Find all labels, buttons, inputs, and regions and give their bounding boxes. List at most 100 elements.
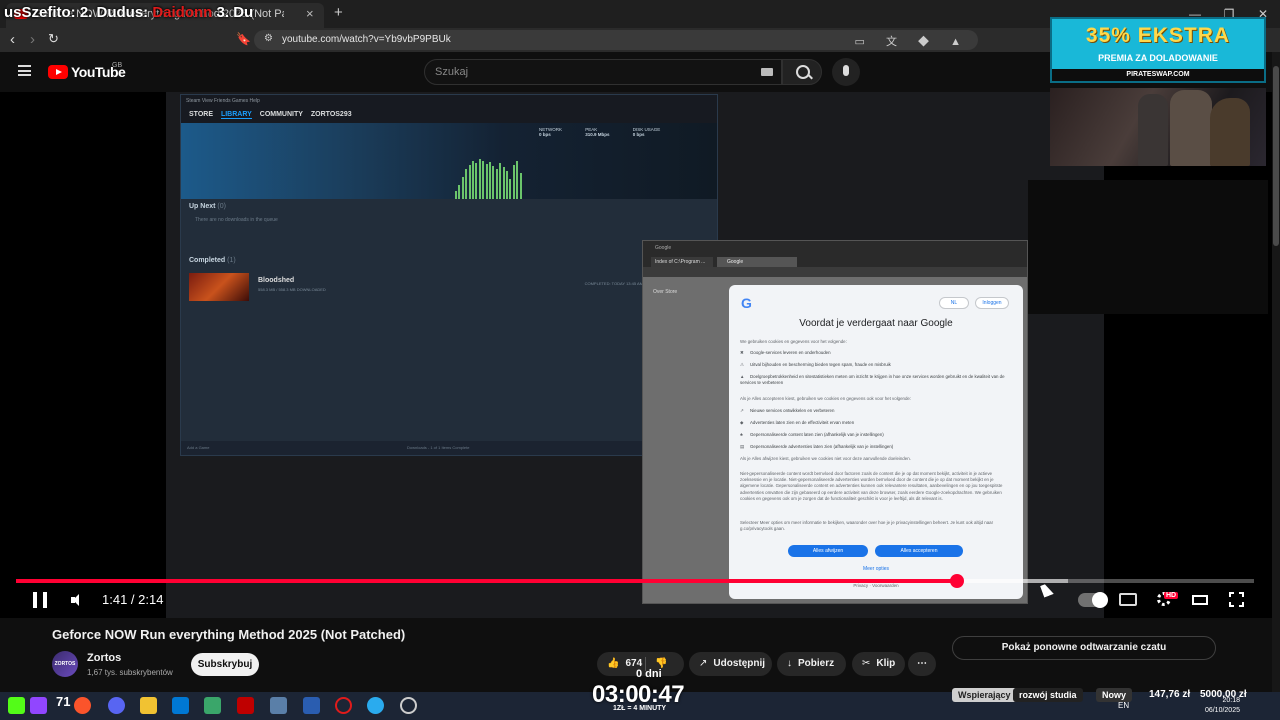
channel-name[interactable]: Zortos <box>87 652 121 664</box>
graph-bar <box>492 166 495 199</box>
graph-bar <box>461 177 464 199</box>
scrollbar-thumb[interactable] <box>1273 66 1279 246</box>
twitch-icon[interactable] <box>30 697 47 714</box>
graph-bar <box>499 163 502 199</box>
new-tab-button[interactable]: + <box>334 4 343 21</box>
promo-headline: 35% EKSTRA <box>1085 24 1231 47</box>
google-logo-icon: G <box>741 295 752 311</box>
tag-new: Nowy <box>1096 688 1133 702</box>
consent-item: ▲ Doelgroepbetrokkenheid en sitestatistie… <box>740 374 1005 385</box>
download-row[interactable]: Bloodshed 558.3 MB / 558.3 MB DOWNLOADED… <box>189 273 643 303</box>
forward-icon[interactable]: › <box>30 31 35 48</box>
steam-nav-profile: ZORTOS293 <box>310 111 352 118</box>
consent-reject-text: Als je Alles afwijzen kiest, gebruiken w… <box>740 456 911 461</box>
telegram-icon[interactable] <box>367 697 384 714</box>
download-graph: NETWORK 0 bps PEAK 310.9 Mbps DISK USAGE 0 … <box>181 123 717 199</box>
app-icon-2[interactable] <box>303 697 320 714</box>
channel-avatar[interactable]: ZORTOS <box>52 651 78 677</box>
keyboard-icon[interactable] <box>761 68 773 76</box>
scrubber-handle[interactable] <box>950 574 964 588</box>
graph-bar <box>458 185 461 199</box>
inner-window-title: Google <box>643 241 1027 255</box>
voice-search-button[interactable] <box>832 58 860 86</box>
theater-mode-icon[interactable] <box>1192 595 1208 605</box>
timer-days: 0 dni <box>636 668 662 680</box>
consent-footer: Privacy · Voorwaarden <box>853 583 899 588</box>
bookmark-icon[interactable]: 🔖 <box>236 32 251 46</box>
game-size: 558.3 MB / 558.3 MB DOWNLOADED <box>258 287 326 292</box>
search-input[interactable]: Szukaj <box>424 59 782 85</box>
tag-supporter: Wspierający <box>952 688 1017 702</box>
taskbar-clock[interactable]: 20:18 06/10/2025 <box>1200 696 1240 716</box>
progress-bar[interactable] <box>16 579 1254 583</box>
app-icon[interactable] <box>204 697 221 714</box>
search-button[interactable] <box>782 59 822 85</box>
page-scrollbar[interactable] <box>1272 52 1280 692</box>
graph-bar <box>489 162 491 199</box>
graph-bar <box>512 165 515 199</box>
obs-icon[interactable] <box>400 697 417 714</box>
steam-window: Steam View Friends Games Help STORE LIBR… <box>180 94 718 456</box>
url-field[interactable]: ⚙ youtube.com/watch?v=Yb9vbP9PBUk ▭ 文 ◆ … <box>254 30 978 50</box>
google-consent-dialog: G NL Inloggen Voordat je verdergaat naar… <box>729 285 1023 599</box>
graph-bar <box>485 164 488 199</box>
vscode-icon[interactable] <box>172 697 189 714</box>
pause-icon[interactable] <box>33 592 47 608</box>
graph-bar <box>455 191 457 199</box>
consent-item: ↗ Nieuwe services ontwikkelen en verbeter… <box>740 408 835 413</box>
share-label: Udostępnij <box>713 658 766 669</box>
inner-tabs: Index of C:\Program ... Google <box>643 255 1027 267</box>
language-indicator[interactable]: EN <box>1118 701 1129 710</box>
graph-bar <box>509 179 512 199</box>
graph-bar <box>472 161 474 199</box>
back-icon[interactable]: ‹ <box>10 31 15 48</box>
network-app-icon[interactable] <box>270 697 287 714</box>
played-bar <box>16 579 957 583</box>
fullscreen-icon[interactable] <box>1228 591 1245 608</box>
download-button[interactable]: ↓ Pobierz <box>777 652 846 676</box>
graph-bar <box>519 173 522 199</box>
filezilla-icon[interactable] <box>237 697 254 714</box>
language-button: NL <box>939 297 969 309</box>
steam-nav-library: LIBRARY <box>220 111 252 119</box>
reload-icon[interactable]: ↻ <box>48 31 59 47</box>
youtube-logo-icon[interactable] <box>48 65 68 79</box>
hamburger-menu-icon[interactable] <box>18 65 31 76</box>
time-display: 1:41 / 2:14 <box>102 592 164 607</box>
donation-total: 147,76 zł <box>1149 689 1191 700</box>
close-tab-icon[interactable]: × <box>306 6 314 21</box>
inner-tab-2: Google <box>717 257 797 267</box>
kick-icon[interactable] <box>8 697 25 714</box>
graph-bar <box>482 161 485 199</box>
steam-nav-store: STORE <box>189 111 213 118</box>
subscribe-button[interactable]: Subskrybuj <box>191 653 259 676</box>
opera-icon[interactable] <box>335 697 352 714</box>
accept-all-button: Alles accepteren <box>875 545 963 557</box>
consent-accept-intro: Als je Alles accepteren kiest, gebruiken… <box>740 396 912 401</box>
download-label: Pobierz <box>798 658 835 669</box>
discord-icon[interactable] <box>108 697 125 714</box>
inner-tab-1: Index of C:\Program ... <box>651 257 713 267</box>
brave-icon[interactable] <box>74 697 91 714</box>
graph-bar <box>478 159 481 199</box>
consent-item: ⚠ Uitval bijhouden en bescherming bieden … <box>740 362 891 367</box>
subtitles-icon[interactable] <box>1119 593 1137 606</box>
share-button[interactable]: ↗ Udostępnij <box>689 652 772 676</box>
autoplay-toggle[interactable] <box>1078 592 1108 608</box>
steam-nav-community: COMMUNITY <box>259 111 303 118</box>
download-icon: ↓ <box>787 658 792 669</box>
chat-replay-button[interactable]: Pokaż ponowne odtwarzanie czatu <box>952 636 1216 660</box>
site-info-icon[interactable]: ⚙ <box>264 33 273 44</box>
consent-item: ✖ Google-services leveren en onderhouden <box>740 350 831 355</box>
like-icon[interactable]: 👍 <box>607 652 619 676</box>
url-action-icons[interactable]: ▭ 文 ◆ ▲ <box>855 33 970 49</box>
clip-button[interactable]: ✂ Klip <box>852 652 905 676</box>
webcam-shadow <box>1104 314 1280 618</box>
screen: Geforce NOW Run everything Method 2025 (… <box>0 0 1280 720</box>
more-actions-button[interactable]: ⋯ <box>908 652 936 676</box>
timer-rate: 1ZŁ = 4 MINUTY <box>613 705 667 712</box>
folder-icon[interactable] <box>140 697 157 714</box>
volume-icon[interactable] <box>71 593 85 607</box>
download-stats: NETWORK 0 bps PEAK 310.9 Mbps DISK USAGE 0 … <box>539 127 661 137</box>
login-button: Inloggen <box>975 297 1009 309</box>
